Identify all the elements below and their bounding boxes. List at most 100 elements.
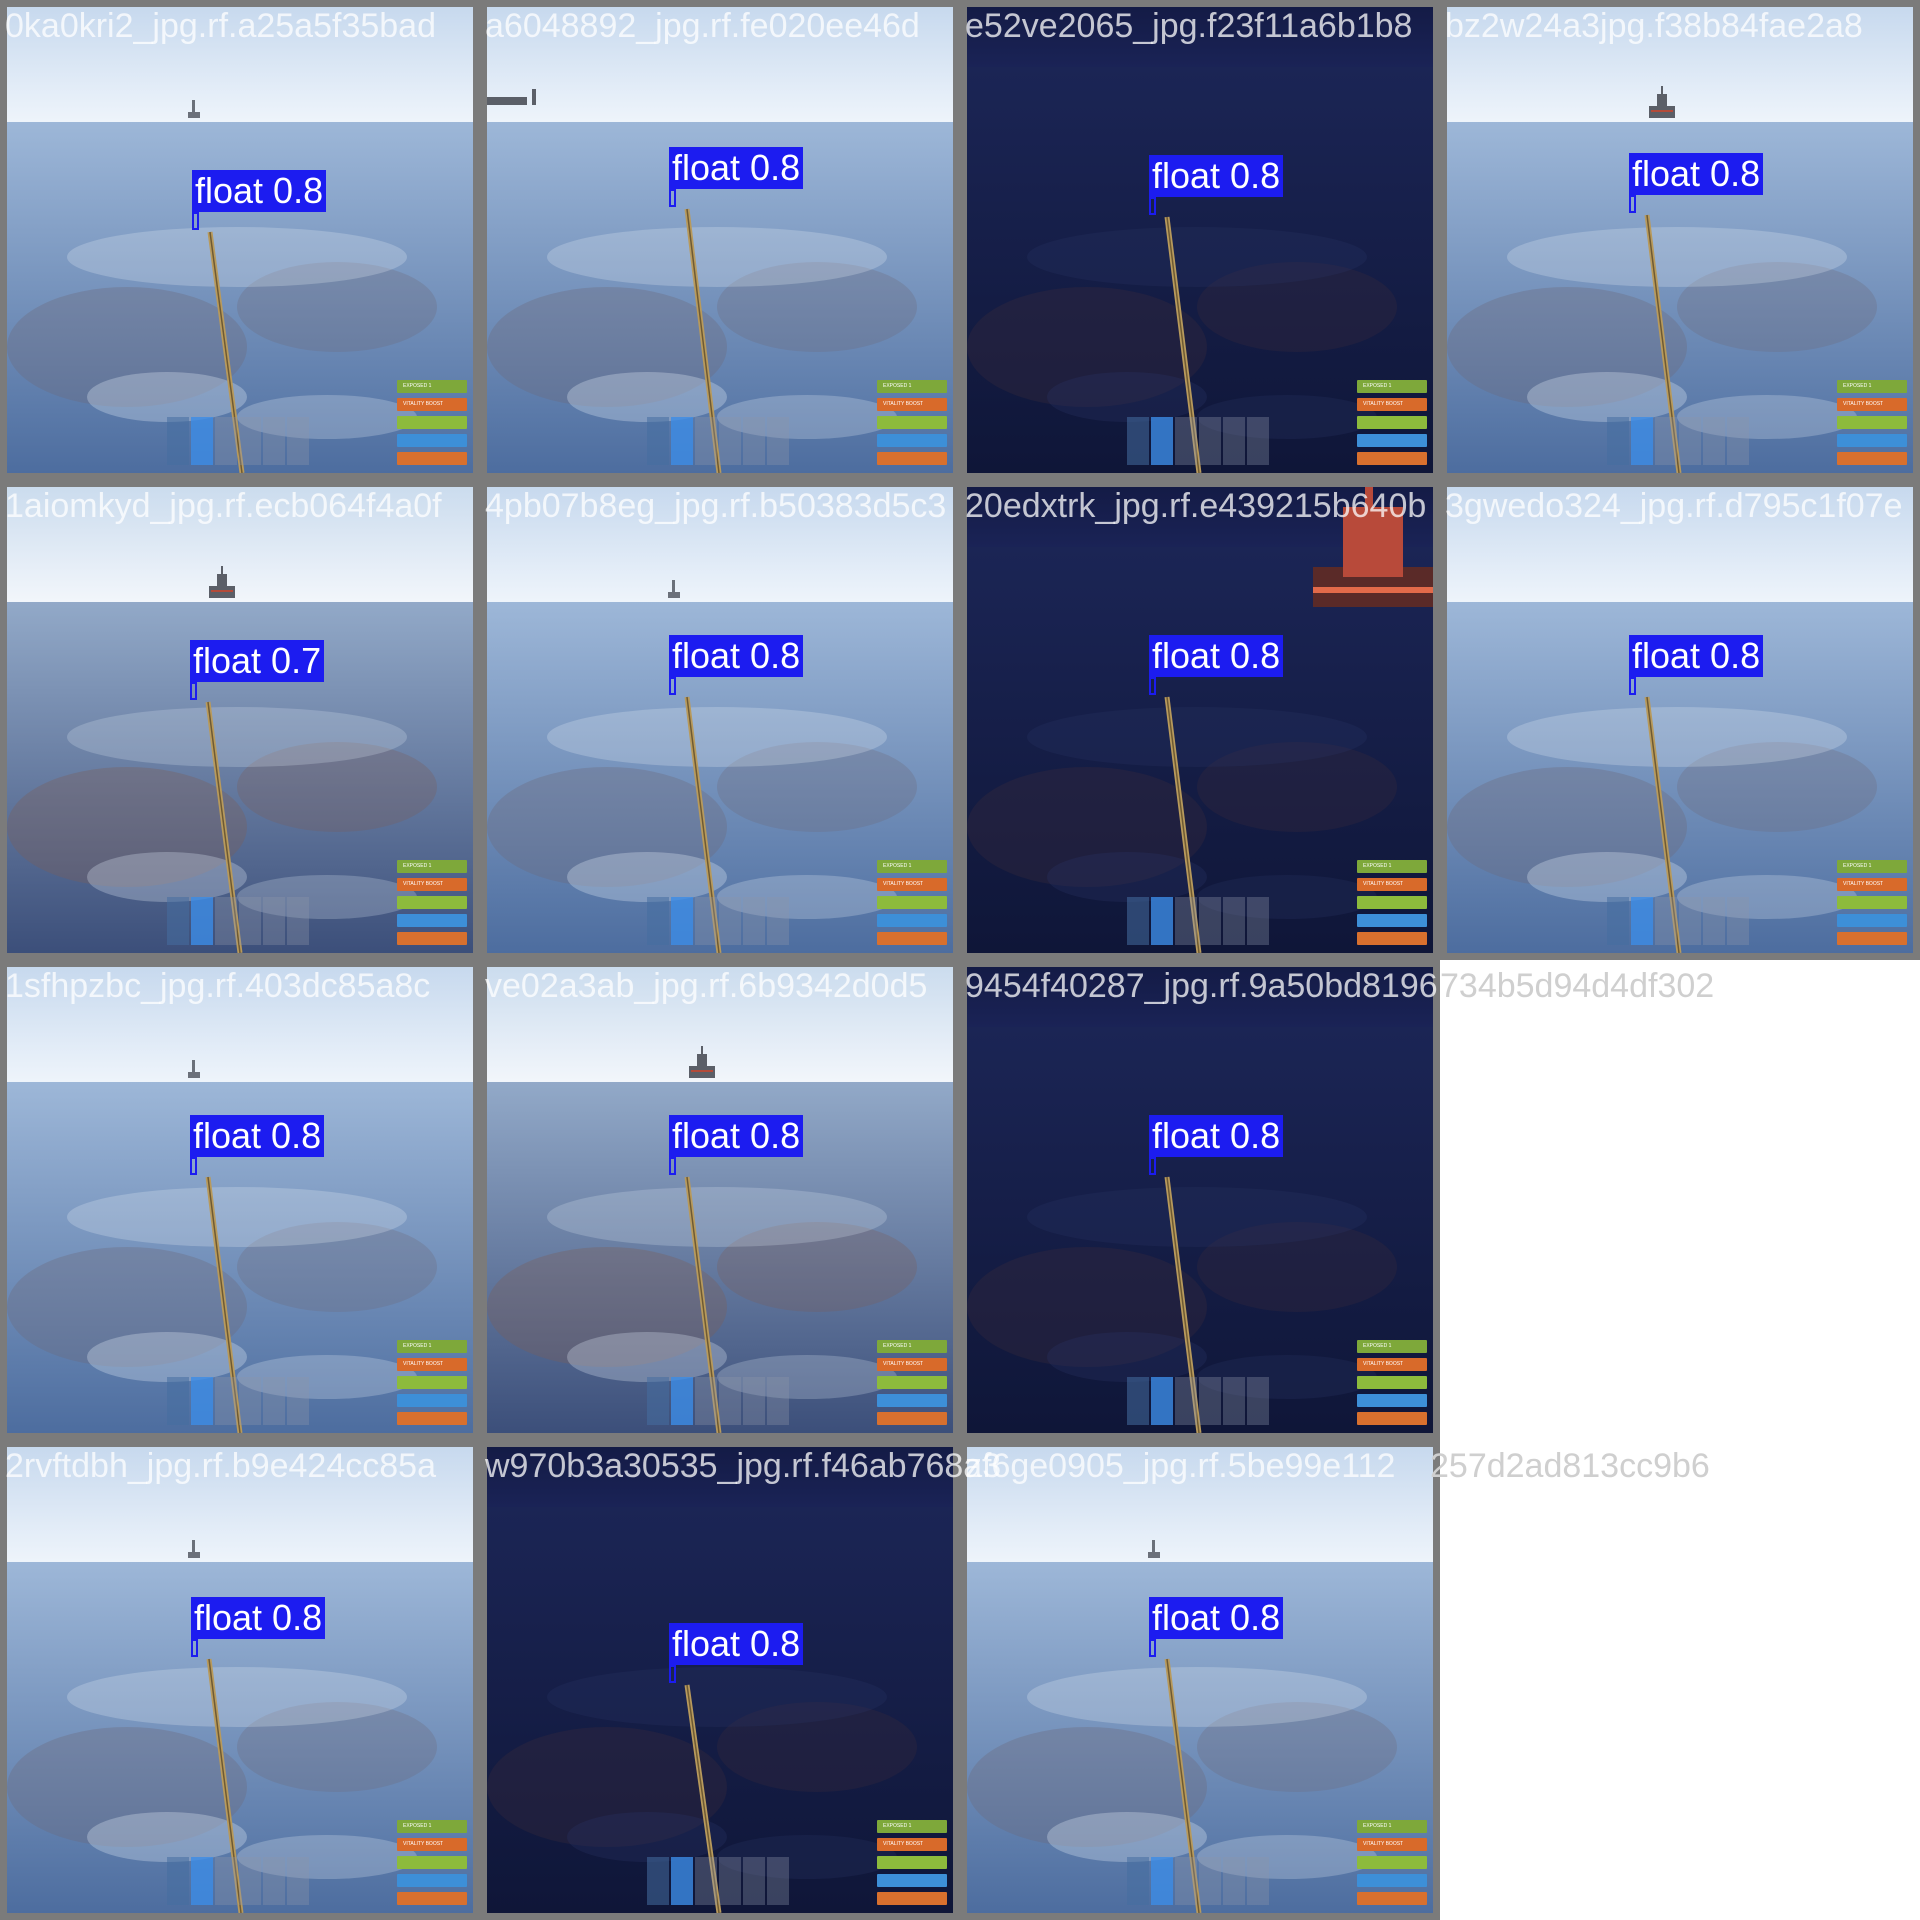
status-bar xyxy=(877,1376,947,1389)
hotbar-slot xyxy=(1607,897,1629,945)
status-bar xyxy=(1837,452,1907,465)
detection-box xyxy=(1149,1639,1156,1657)
status-bar xyxy=(1837,932,1907,945)
game-screenshot: EXPOSED 1 VITALITY BOOST float 0.8 xyxy=(967,487,1433,953)
hotbar-slot xyxy=(1127,1857,1149,1905)
hotbar-slot xyxy=(263,1857,285,1905)
hotbar xyxy=(167,417,309,465)
status-bar xyxy=(397,434,467,447)
tile: EXPOSED 1 VITALITY BOOST float 0.8 xyxy=(1440,0,1920,480)
status-bar xyxy=(397,1394,467,1407)
hotbar-slot xyxy=(1679,417,1701,465)
hotbar xyxy=(1607,417,1749,465)
tile: EXPOSED 1 VITALITY BOOST float 0.8 xyxy=(1440,480,1920,960)
status-bar xyxy=(1357,452,1427,465)
game-screenshot: EXPOSED 1 VITALITY BOOST float 0.8 xyxy=(7,7,473,473)
tile: EXPOSED 1 VITALITY BOOST float 0.8 xyxy=(960,480,1440,960)
status-bar: EXPOSED 1 xyxy=(877,1340,947,1353)
tile: EXPOSED 1 VITALITY BOOST float 0.7 xyxy=(0,480,480,960)
detection-label: float 0.8 xyxy=(669,147,804,189)
status-bar: EXPOSED 1 xyxy=(1357,380,1427,393)
hotbar-slot xyxy=(239,1857,261,1905)
hotbar-slot xyxy=(1127,417,1149,465)
status-bar: EXPOSED 1 xyxy=(877,1820,947,1833)
ship-icon xyxy=(1313,487,1433,632)
status-bar xyxy=(877,1412,947,1425)
hotbar xyxy=(1607,897,1749,945)
hotbar-slot xyxy=(743,417,765,465)
hotbar-slot xyxy=(263,417,285,465)
status-bar xyxy=(397,452,467,465)
detection-mosaic: EXPOSED 1 VITALITY BOOST float 0.8 EXPOS… xyxy=(0,0,1920,1920)
hotbar-slot xyxy=(695,897,717,945)
ship-icon xyxy=(207,564,237,609)
hotbar-slot xyxy=(1631,897,1653,945)
status-hud: EXPOSED 1 VITALITY BOOST xyxy=(877,375,947,465)
status-bar xyxy=(397,1892,467,1905)
status-bar xyxy=(877,1892,947,1905)
hotbar-slot xyxy=(671,897,693,945)
status-bar xyxy=(1357,932,1427,945)
hotbar-slot xyxy=(191,1857,213,1905)
status-bar: EXPOSED 1 xyxy=(397,380,467,393)
status-bar: VITALITY BOOST xyxy=(1357,398,1427,411)
hotbar-slot xyxy=(767,897,789,945)
detection-label: float 0.8 xyxy=(1149,155,1284,197)
status-bar xyxy=(1357,1892,1427,1905)
detection-label: float 0.8 xyxy=(192,170,327,212)
hotbar-slot xyxy=(1199,417,1221,465)
hotbar-slot xyxy=(191,897,213,945)
status-bar: VITALITY BOOST xyxy=(877,1358,947,1371)
status-hud: EXPOSED 1 VITALITY BOOST xyxy=(877,1815,947,1905)
detection-label: float 0.8 xyxy=(1629,153,1764,195)
status-bar xyxy=(1357,914,1427,927)
status-bar: EXPOSED 1 xyxy=(397,1340,467,1353)
hotbar-slot xyxy=(167,1377,189,1425)
hotbar-slot xyxy=(287,897,309,945)
hotbar-slot xyxy=(1679,897,1701,945)
status-bar xyxy=(397,1874,467,1887)
status-hud: EXPOSED 1 VITALITY BOOST xyxy=(1837,375,1907,465)
detection-label: float 0.8 xyxy=(190,1115,325,1157)
hotbar-slot xyxy=(1175,897,1197,945)
hotbar-slot xyxy=(1151,897,1173,945)
hotbar-slot xyxy=(1727,417,1749,465)
status-bar xyxy=(397,914,467,927)
detection-box xyxy=(669,189,676,207)
hotbar-slot xyxy=(647,1377,669,1425)
hotbar-slot xyxy=(671,1857,693,1905)
detection-box xyxy=(1149,1157,1156,1175)
status-bar xyxy=(397,1376,467,1389)
game-screenshot: EXPOSED 1 VITALITY BOOST float 0.8 xyxy=(1447,487,1913,953)
hotbar-slot xyxy=(767,1857,789,1905)
status-bar xyxy=(877,896,947,909)
hotbar-slot xyxy=(1175,1857,1197,1905)
hotbar-slot xyxy=(647,417,669,465)
status-bar: EXPOSED 1 xyxy=(1357,1820,1427,1833)
status-hud: EXPOSED 1 VITALITY BOOST xyxy=(397,1815,467,1905)
status-bar: VITALITY BOOST xyxy=(397,1358,467,1371)
status-bar: EXPOSED 1 xyxy=(1357,1340,1427,1353)
status-bar: VITALITY BOOST xyxy=(877,398,947,411)
status-bar xyxy=(877,416,947,429)
detection-box xyxy=(1629,195,1636,213)
status-bar xyxy=(1837,914,1907,927)
hotbar xyxy=(647,417,789,465)
hotbar-slot xyxy=(1703,897,1725,945)
status-bar: VITALITY BOOST xyxy=(1837,398,1907,411)
hotbar-slot xyxy=(1703,417,1725,465)
tile: EXPOSED 1 VITALITY BOOST float 0.8 xyxy=(960,960,1440,1440)
status-bar: VITALITY BOOST xyxy=(397,878,467,891)
status-bar xyxy=(1837,896,1907,909)
status-bar xyxy=(397,416,467,429)
tile: EXPOSED 1 VITALITY BOOST float 0.8 xyxy=(0,960,480,1440)
hotbar-slot xyxy=(743,1857,765,1905)
status-hud: EXPOSED 1 VITALITY BOOST xyxy=(877,855,947,945)
hotbar-slot xyxy=(1127,1377,1149,1425)
status-hud: EXPOSED 1 VITALITY BOOST xyxy=(397,1335,467,1425)
hotbar-slot xyxy=(719,897,741,945)
detection-box xyxy=(1149,677,1156,695)
hotbar-slot xyxy=(1247,417,1269,465)
tile: EXPOSED 1 VITALITY BOOST float 0.8 xyxy=(960,1440,1440,1920)
detection-label: float 0.7 xyxy=(190,640,325,682)
